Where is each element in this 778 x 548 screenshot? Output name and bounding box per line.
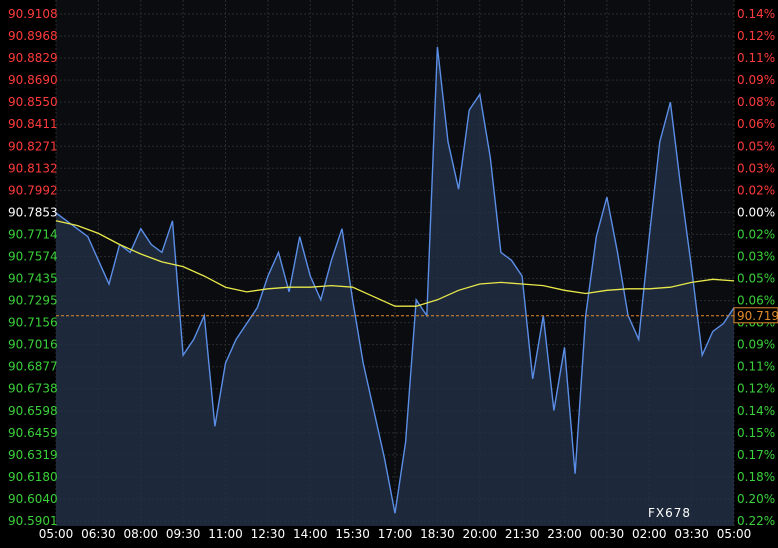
price-tick-label: 90.8132 (8, 161, 58, 175)
price-tick-label: 90.7574 (8, 249, 58, 263)
percent-tick-label: 0.14% (737, 7, 775, 21)
price-tick-label: 90.6877 (8, 360, 58, 374)
percent-tick-label: 0.15% (737, 426, 775, 440)
percent-tick-label: 0.12% (737, 29, 775, 43)
time-tick-label: 15:30 (335, 527, 370, 541)
percent-tick-label: 0.09% (737, 338, 775, 352)
percent-tick-label: 0.18% (737, 470, 775, 484)
percent-tick-label: 0.11% (737, 51, 775, 65)
percent-tick-label: 0.09% (737, 73, 775, 87)
price-tick-label: 90.6459 (8, 426, 58, 440)
price-tick-label: 90.6738 (8, 382, 58, 396)
price-tick-label: 90.7853 (8, 205, 58, 219)
price-tick-label: 90.7295 (8, 294, 58, 308)
time-tick-label: 03:30 (674, 527, 709, 541)
percent-tick-label: 0.03% (737, 161, 775, 175)
last-price-box: 90.7199 (733, 307, 778, 324)
time-tick-label: 02:00 (632, 527, 667, 541)
price-tick-label: 90.8690 (8, 73, 58, 87)
percent-tick-label: 0.14% (737, 404, 775, 418)
percent-tick-label: 0.06% (737, 294, 775, 308)
price-tick-label: 90.6180 (8, 470, 58, 484)
price-tick-label: 90.7435 (8, 272, 58, 286)
percent-tick-label: 0.02% (737, 227, 775, 241)
percent-tick-label: 0.05% (737, 139, 775, 153)
percent-tick-label: 0.22% (737, 514, 775, 528)
price-tick-label: 90.7016 (8, 338, 58, 352)
time-tick-label: 18:30 (420, 527, 455, 541)
price-tick-label: 90.6040 (8, 492, 58, 506)
chart: 90.9108 90.8968 90.8829 90.8690 90.8550 90.84… (0, 0, 778, 544)
fx678-watermark: FX678 (648, 506, 691, 520)
price-tick-label: 90.8411 (8, 117, 58, 131)
time-tick-label: 14:00 (293, 527, 328, 541)
price-tick-label: 90.8968 (8, 29, 58, 43)
time-tick-label: 09:30 (166, 527, 201, 541)
percent-tick-label: 0.17% (737, 448, 775, 462)
percent-tick-label: 0.08% (737, 95, 775, 109)
price-tick-label: 90.6319 (8, 448, 58, 462)
time-tick-label: 20:00 (462, 527, 497, 541)
price-tick-label: 90.7714 (8, 227, 58, 241)
percent-tick-label: 0.11% (737, 360, 775, 374)
time-tick-label: 05:00 (717, 527, 752, 541)
percent-tick-label: 0.05% (737, 272, 775, 286)
time-tick-label: 17:00 (378, 527, 413, 541)
last-price-label: 90.7199 (737, 309, 778, 323)
percent-tick-label: 0.20% (737, 492, 775, 506)
percent-tick-label: 0.06% (737, 117, 775, 131)
price-tick-label: 90.6598 (8, 404, 58, 418)
price-tick-label: 90.7992 (8, 183, 58, 197)
chart-svg: 90.9108 90.8968 90.8829 90.8690 90.8550 90.84… (0, 0, 778, 544)
price-tick-label: 90.8550 (8, 95, 58, 109)
price-tick-label: 90.8271 (8, 139, 58, 153)
percent-tick-label: 0.03% (737, 249, 775, 263)
price-tick-label: 90.5901 (8, 514, 58, 528)
time-tick-label: 12:30 (251, 527, 286, 541)
time-tick-label: 23:00 (547, 527, 582, 541)
time-tick-label: 00:30 (590, 527, 625, 541)
time-tick-label: 21:30 (505, 527, 540, 541)
time-tick-label: 11:00 (208, 527, 243, 541)
percent-tick-label: 0.12% (737, 382, 775, 396)
price-tick-label: 90.8829 (8, 51, 58, 65)
price-tick-label: 90.7156 (8, 316, 58, 330)
percent-tick-label: 0.02% (737, 183, 775, 197)
percent-tick-label: 0.00% (737, 205, 775, 219)
price-tick-label: 90.9108 (8, 7, 58, 21)
time-tick-label: 08:00 (123, 527, 158, 541)
time-axis: 05:00 06:30 08:00 09:30 11:00 12:30 14:00 15:30… (39, 527, 752, 541)
time-tick-label: 06:30 (81, 527, 116, 541)
time-tick-label: 05:00 (39, 527, 74, 541)
